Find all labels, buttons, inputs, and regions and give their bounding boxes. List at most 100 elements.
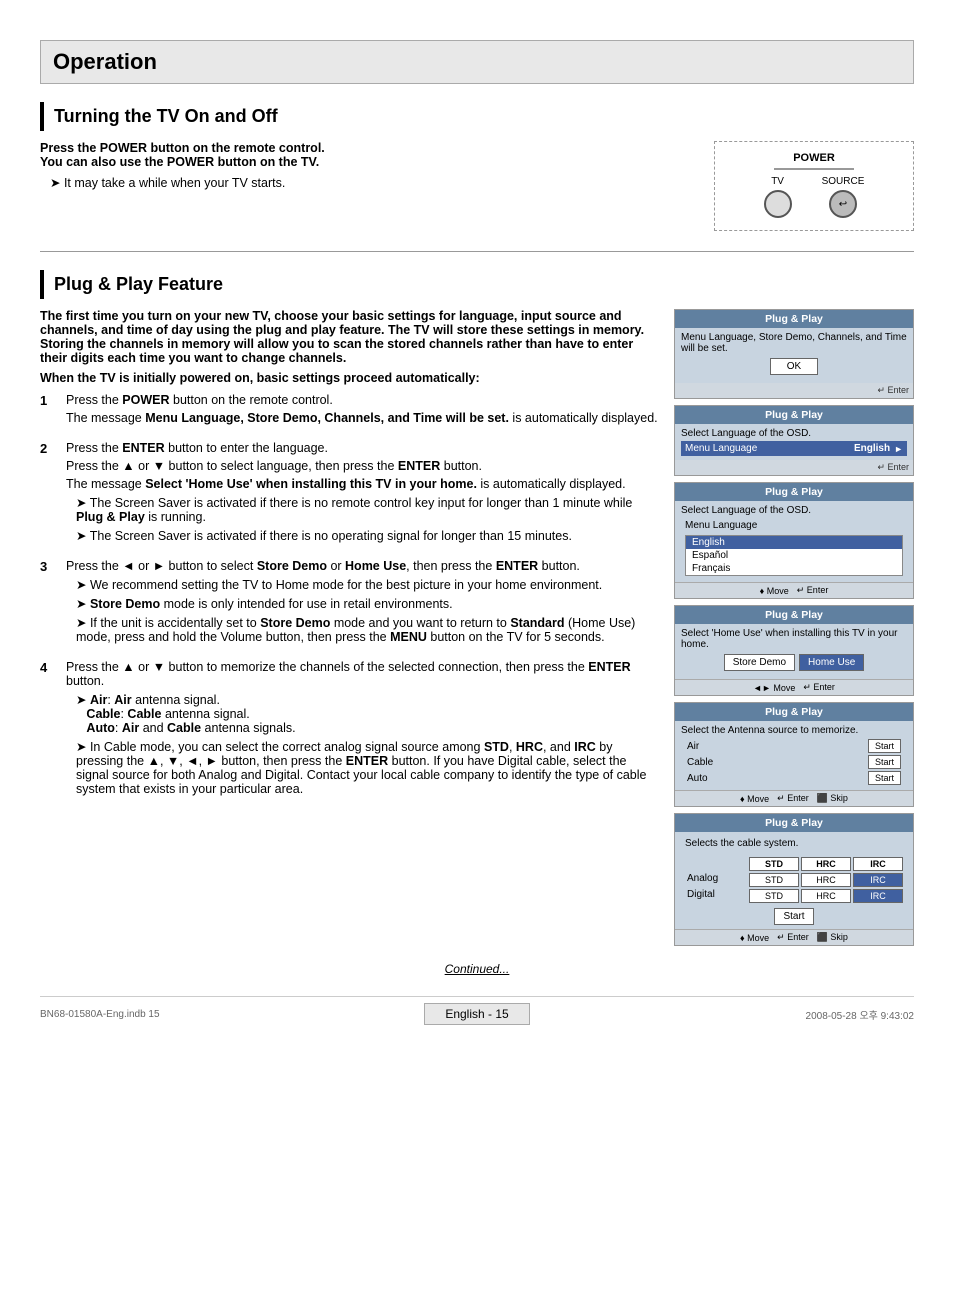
cable-digital-label: Digital xyxy=(687,889,747,903)
steps-list: 1 Press the POWER button on the remote c… xyxy=(40,393,658,800)
osd-panel-3-body: Select Language of the OSD. Menu Languag… xyxy=(675,501,913,582)
osd-dropdown-espanol: Español xyxy=(686,549,902,562)
osd-buttons-row: Store Demo Home Use xyxy=(681,654,907,671)
osd-panel-4-text: Select 'Home Use' when installing this T… xyxy=(681,628,907,650)
turning-on-header: Turning the TV On and Off xyxy=(40,102,914,131)
osd-enter-2: ↵ Enter xyxy=(675,460,913,475)
osd-cable-row: Cable Start xyxy=(681,754,907,770)
step-2-note1: The Screen Saver is activated if there i… xyxy=(76,495,658,524)
osd-move-6: ♦ Move ↵ Enter ⬛ Skip xyxy=(675,929,913,945)
osd-dropdown-english: English xyxy=(686,536,902,549)
osd-panel-6-title: Plug & Play xyxy=(675,814,913,832)
cable-analog-std: STD xyxy=(749,873,799,887)
osd-air-label: Air xyxy=(687,741,699,752)
turning-on-title: Turning the TV On and Off xyxy=(54,106,914,127)
cable-irc-header: IRC xyxy=(853,857,903,871)
osd-lang-label: Menu Language xyxy=(685,443,757,454)
plug-play-intro: The first time you turn on your new TV, … xyxy=(40,309,658,365)
osd-panel-3: Plug & Play Select Language of the OSD. … xyxy=(674,482,914,599)
turning-on-intro: Press the POWER button on the remote con… xyxy=(40,141,694,169)
continued-text: Continued... xyxy=(40,962,914,976)
footer-date-info: 2008-05-28 오후 9:43:02 xyxy=(806,1007,914,1022)
osd-panel-1-body: Menu Language, Store Demo, Channels, and… xyxy=(675,328,913,383)
cable-analog-irc: IRC xyxy=(853,873,903,887)
step-2-text1: Press the ENTER button to enter the lang… xyxy=(66,441,658,455)
osd-lang-row: Menu Language English ► xyxy=(681,441,907,456)
osd-lang-value: English xyxy=(854,443,890,454)
osd-move-5: ♦ Move ↵ Enter ⬛ Skip xyxy=(675,790,913,806)
step-3-num: 3 xyxy=(40,559,58,574)
cable-std-header: STD xyxy=(749,857,799,871)
when-powered-text: When the TV is initially powered on, bas… xyxy=(40,371,658,385)
step-2-content: Press the ENTER button to enter the lang… xyxy=(66,441,658,547)
step-2-num: 2 xyxy=(40,441,58,456)
osd-panel-2-title: Plug & Play xyxy=(675,406,913,424)
footer: BN68-01580A-Eng.indb 15 English - 15 200… xyxy=(40,996,914,1025)
osd-panel-6-text: Selects the cable system. xyxy=(681,836,907,851)
cable-start-btn: Start xyxy=(774,908,813,925)
step-4-num: 4 xyxy=(40,660,58,675)
osd-enter-label-3: ↵ Enter xyxy=(797,585,829,596)
osd-air-start: Start xyxy=(868,739,901,753)
osd-panel-2: Plug & Play Select Language of the OSD. … xyxy=(674,405,914,476)
step-3-note1: We recommend setting the TV to Home mode… xyxy=(76,577,658,592)
osd-home-use-btn: Home Use xyxy=(799,654,864,671)
osd-dropdown: English Español Français xyxy=(685,535,903,576)
osd-cable-start: Start xyxy=(868,755,901,769)
step-3-note3: If the unit is accidentally set to Store… xyxy=(76,615,658,644)
osd-move-label-5: ♦ Move xyxy=(740,794,769,804)
step-3-note2: Store Demo mode is only intended for use… xyxy=(76,596,658,611)
step-2-note2: The Screen Saver is activated if there i… xyxy=(76,528,658,543)
osd-panel-6: Plug & Play Selects the cable system. ST… xyxy=(674,813,914,946)
osd-panel-4: Plug & Play Select 'Home Use' when insta… xyxy=(674,605,914,696)
cable-digital-hrc: HRC xyxy=(801,889,851,903)
plug-play-section: The first time you turn on your new TV, … xyxy=(40,309,914,946)
osd-move-label-6: ♦ Move xyxy=(740,933,769,943)
step-1-num: 1 xyxy=(40,393,58,408)
operation-title: Operation xyxy=(53,49,901,75)
step-3: 3 Press the ◄ or ► button to select Stor… xyxy=(40,559,658,648)
footer-page-label: English - 15 xyxy=(424,1003,529,1025)
osd-panel-2-body: Select Language of the OSD. Menu Languag… xyxy=(675,424,913,460)
osd-panel-4-title: Plug & Play xyxy=(675,606,913,624)
cable-analog-label: Analog xyxy=(687,873,747,887)
osd-lang-row-3: Menu Language xyxy=(681,518,907,533)
step-2-text2: Press the ▲ or ▼ button to select langua… xyxy=(66,459,658,473)
cable-start-row: Start xyxy=(681,910,907,922)
plug-play-left: The first time you turn on your new TV, … xyxy=(40,309,658,812)
turning-on-text: Press the POWER button on the remote con… xyxy=(40,141,694,194)
step-1-content: Press the POWER button on the remote con… xyxy=(66,393,658,429)
osd-cable-label: Cable xyxy=(687,757,713,768)
osd-ok-row: OK xyxy=(681,358,907,375)
osd-panel-5-text: Select the Antenna source to memorize. xyxy=(681,725,907,736)
tv-button-tv: TV xyxy=(764,176,792,218)
osd-move-3: ♦ Move ↵ Enter xyxy=(675,582,913,598)
tv-button-source: SOURCE ↩ xyxy=(822,176,865,218)
osd-panel-3-title: Plug & Play xyxy=(675,483,913,501)
osd-skip-label-5: ⬛ Skip xyxy=(817,793,848,804)
osd-auto-start: Start xyxy=(868,771,901,785)
step-2: 2 Press the ENTER button to enter the la… xyxy=(40,441,658,547)
osd-lang-label-3: Menu Language xyxy=(685,520,757,531)
osd-panel-5-title: Plug & Play xyxy=(675,703,913,721)
tv-button-circle xyxy=(764,190,792,218)
osd-store-demo-btn: Store Demo xyxy=(724,654,795,671)
step-2-text3: The message Select 'Home Use' when insta… xyxy=(66,477,658,491)
cable-hrc-header: HRC xyxy=(801,857,851,871)
cable-empty xyxy=(687,857,747,871)
osd-panel-6-body: Selects the cable system. STD HRC IRC An… xyxy=(675,832,913,929)
osd-cable-grid: STD HRC IRC Analog STD HRC IRC Digital S… xyxy=(681,853,907,907)
osd-panel-2-text: Select Language of the OSD. xyxy=(681,428,907,439)
step-1-text2: The message Menu Language, Store Demo, C… xyxy=(66,411,658,425)
osd-enter-label-6: ↵ Enter xyxy=(777,932,809,943)
osd-panel-1-text: Menu Language, Store Demo, Channels, and… xyxy=(681,332,907,354)
tv-diagram: POWER TV SOURCE ↩ xyxy=(764,152,865,218)
osd-enter-1: ↵ Enter xyxy=(675,383,913,398)
cable-analog-hrc: HRC xyxy=(801,873,851,887)
osd-dropdown-francais: Français xyxy=(686,562,902,575)
osd-panel-1-title: Plug & Play xyxy=(675,310,913,328)
osd-move-label-3: ♦ Move xyxy=(760,586,789,596)
osd-panel-5: Plug & Play Select the Antenna source to… xyxy=(674,702,914,807)
step-4-note-air: ➤ Air: Air antenna signal. Cable: Cable … xyxy=(76,692,658,735)
osd-move-label-4: ◄► Move xyxy=(753,683,795,693)
